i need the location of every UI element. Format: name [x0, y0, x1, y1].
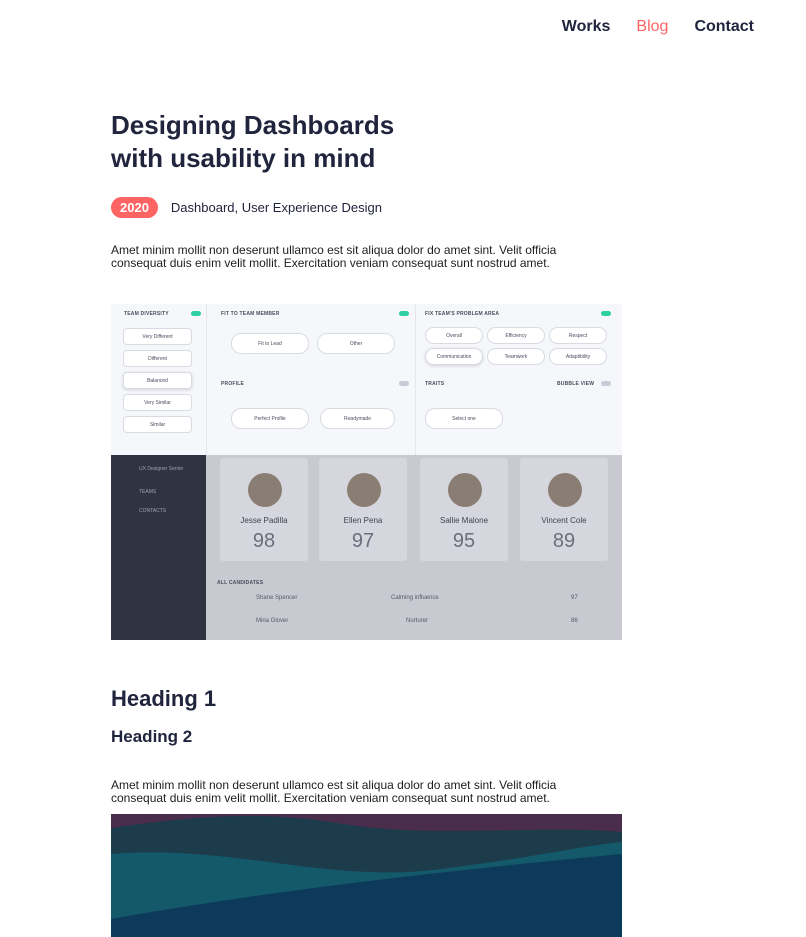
row-score: 86 — [571, 618, 578, 624]
traits-select: Select one — [425, 408, 503, 429]
row-trait: Nurturer — [406, 618, 429, 624]
dashboard-screenshot: TEAM DIVERSITY Very Different Different … — [111, 304, 622, 640]
candidate-card: Ellen Pena 97 — [319, 458, 407, 561]
landscape-image — [111, 814, 622, 937]
diversity-toggle — [191, 311, 201, 316]
candidate-name: Jesse Padilla — [240, 516, 288, 525]
table-row: Mina Glover Nurturer 86 — [214, 618, 609, 632]
team-diversity-label: TEAM DIVERSITY — [124, 311, 169, 317]
problem-chip: Overall — [425, 327, 483, 344]
candidate-name: Vincent Cole — [541, 516, 587, 525]
profile-label: PROFILE — [221, 381, 245, 387]
sidebar-item-teams: TEAMS — [139, 489, 157, 495]
candidate-name: Sallie Malone — [439, 516, 489, 525]
avatar — [548, 473, 582, 507]
diversity-option: Very Similar — [123, 394, 192, 411]
candidate-score: 89 — [552, 530, 576, 552]
bubble-view-toggle — [601, 381, 611, 386]
wave-illustration — [111, 814, 622, 937]
year-badge: 2020 — [111, 197, 158, 218]
candidate-score: 98 — [252, 530, 276, 552]
filter-panel: TEAM DIVERSITY Very Different Different … — [111, 304, 622, 455]
candidate-card: Jesse Padilla 98 — [220, 458, 308, 561]
fit-toggle — [399, 311, 409, 316]
row-name: Shane Spencer — [256, 595, 298, 601]
bubble-view-label: BUBBLE VIEW — [557, 381, 595, 387]
fit-label: FIT TO TEAM MEMBER — [221, 311, 280, 317]
diversity-option: Similar — [123, 416, 192, 433]
profile-toggle — [399, 381, 409, 386]
problem-label: FIX TEAM'S PROBLEM AREA — [425, 311, 500, 317]
diversity-option-selected: Balanced — [123, 372, 192, 389]
problem-toggle — [601, 311, 611, 316]
row-trait: Calming influence — [391, 595, 439, 601]
nav-works[interactable]: Works — [562, 18, 611, 36]
problem-chip: Efficiency — [487, 327, 545, 344]
blog-post: Designing Dashboards with usability in m… — [111, 109, 622, 281]
post-title: Designing Dashboards with usability in m… — [111, 110, 395, 173]
candidate-card: Vincent Cole 89 — [520, 458, 608, 561]
row-score: 97 — [571, 595, 578, 601]
problem-chip: Teamwork — [487, 348, 545, 365]
fit-other-select: Other — [317, 333, 395, 354]
panel-divider — [206, 304, 207, 455]
diversity-option: Very Different — [123, 328, 192, 345]
sidebar-item: UX Designer Senior — [139, 466, 184, 472]
candidate-card: Sallie Malone 95 — [420, 458, 508, 561]
avatar — [347, 473, 381, 507]
profile-select: Perfect Profile — [231, 408, 309, 429]
readymade-select: Readymade — [320, 408, 395, 429]
candidate-name: Ellen Pena — [343, 516, 383, 525]
candidate-score: 97 — [351, 530, 375, 552]
all-candidates-label: ALL CANDIDATES — [217, 580, 264, 586]
diversity-option: Different — [123, 350, 192, 367]
post-meta: 2020 Dashboard, User Experience Design — [111, 197, 622, 218]
body-paragraph: Amet minim mollit non deserunt ullamco e… — [111, 778, 557, 805]
heading-1: Heading 1 — [111, 686, 217, 711]
candidates-area: Jesse Padilla 98 Ellen Pena 97 Sallie Ma… — [206, 455, 622, 640]
top-nav: Works Blog Contact — [562, 18, 754, 36]
sidebar-item-contacts: CONTACTS — [139, 508, 167, 514]
avatar — [248, 473, 282, 507]
nav-blog[interactable]: Blog — [636, 18, 668, 36]
avatar — [448, 473, 482, 507]
candidate-score: 95 — [452, 530, 476, 552]
fit-lead-select: Fit to Lead — [231, 333, 309, 354]
post-tags: Dashboard, User Experience Design — [170, 200, 382, 215]
dashboard-sidebar: UX Designer Senior TEAMS CONTACTS — [111, 455, 206, 640]
traits-label: TRAITS — [425, 381, 445, 387]
problem-chip: Respect — [549, 327, 607, 344]
row-name: Mina Glover — [256, 618, 289, 624]
heading-2: Heading 2 — [111, 727, 193, 746]
problem-chip: Adaptibility — [549, 348, 607, 365]
nav-contact[interactable]: Contact — [694, 18, 754, 36]
problem-chip-selected: Communication — [425, 348, 483, 365]
panel-divider — [415, 304, 416, 455]
intro-paragraph: Amet minim mollit non deserunt ullamco e… — [111, 243, 557, 270]
table-row: Shane Spencer Calming influence 97 — [214, 595, 609, 609]
